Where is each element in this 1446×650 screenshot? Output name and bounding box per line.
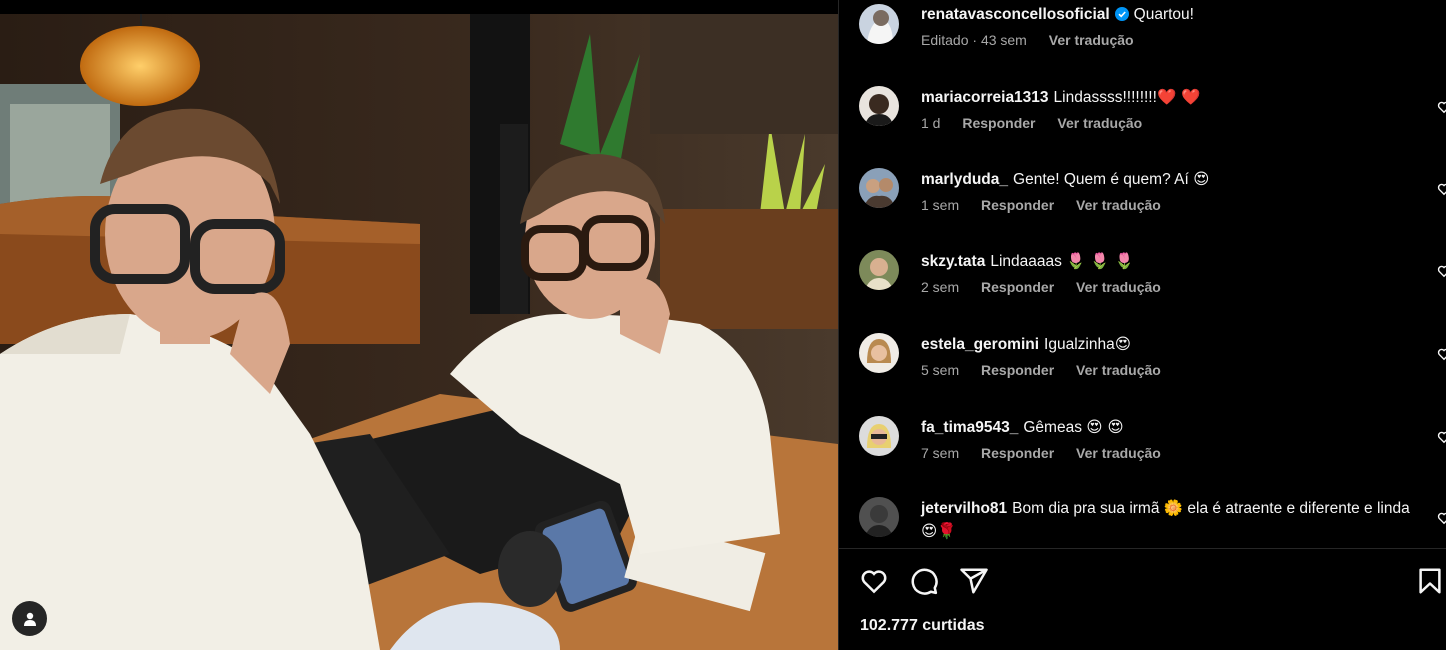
- edited-label: Editado · 43 sem: [921, 32, 1027, 48]
- comment-like-icon[interactable]: [1437, 347, 1446, 361]
- verified-icon: [1114, 7, 1129, 21]
- post-side-panel: renatavasconcellosoficial Quartou! Editad…: [838, 0, 1446, 650]
- avatar[interactable]: [859, 86, 899, 126]
- comment-icon[interactable]: [909, 566, 939, 596]
- comment-username[interactable]: fa_tima9543_: [921, 419, 1018, 436]
- reply-button[interactable]: Responder: [962, 115, 1035, 131]
- reply-button[interactable]: Responder: [981, 445, 1054, 461]
- translate-link[interactable]: Ver tradução: [1049, 32, 1134, 48]
- divider: [839, 548, 1446, 549]
- like-icon[interactable]: [859, 566, 889, 596]
- comment-text: Gêmeas: [1023, 419, 1082, 436]
- comment-like-icon[interactable]: [1437, 264, 1446, 278]
- translate-link[interactable]: Ver tradução: [1076, 445, 1161, 461]
- save-icon[interactable]: [1415, 566, 1445, 596]
- translate-link[interactable]: Ver tradução: [1076, 362, 1161, 378]
- post-actions: [839, 560, 1446, 600]
- comment-age: 5 sem: [921, 362, 960, 378]
- comment-like-icon[interactable]: [1437, 182, 1446, 196]
- comment-age: 7 sem: [921, 445, 960, 461]
- comment-text: Lindaaaas: [990, 253, 1062, 270]
- comment-age: 1 sem: [921, 197, 960, 213]
- comment-text: Igualzinha: [1044, 336, 1115, 353]
- comment-text-continued: ela é atraente e diferente e linda: [1187, 500, 1410, 517]
- reply-button[interactable]: Responder: [981, 362, 1054, 378]
- comment-text: Bom dia pra sua irmã: [1012, 500, 1160, 517]
- comment-username[interactable]: estela_geromini: [921, 336, 1039, 353]
- translate-link[interactable]: Ver tradução: [1076, 197, 1161, 213]
- comment-emoji: 🌼: [1163, 499, 1184, 517]
- post-viewer: renatavasconcellosoficial Quartou! Editad…: [0, 0, 1446, 650]
- comment-emoji: 🌷 🌷 🌷: [1066, 252, 1134, 270]
- comment-text: Lindassss!!!!!!!!: [1053, 89, 1157, 106]
- photo-image: [0, 14, 838, 650]
- comment-username[interactable]: jetervilho81: [921, 500, 1007, 517]
- comment-like-icon[interactable]: [1437, 511, 1446, 525]
- reply-button[interactable]: Responder: [981, 279, 1054, 295]
- comment-emoji: 😍: [1114, 335, 1131, 353]
- comment-like-icon[interactable]: [1437, 100, 1446, 114]
- caption-text: Quartou!: [1133, 6, 1194, 23]
- comment-age: 2 sem: [921, 279, 960, 295]
- avatar[interactable]: [859, 497, 899, 537]
- author-username[interactable]: renatavasconcellosoficial: [921, 6, 1110, 23]
- comment-emoji: 😍: [1193, 170, 1210, 188]
- avatar[interactable]: [859, 333, 899, 373]
- comment-age: 1 d: [921, 115, 941, 131]
- avatar[interactable]: [859, 416, 899, 456]
- user-tag-button[interactable]: [12, 601, 47, 636]
- share-icon[interactable]: [959, 566, 989, 596]
- translate-link[interactable]: Ver tradução: [1076, 279, 1161, 295]
- comment-like-icon[interactable]: [1437, 430, 1446, 444]
- avatar[interactable]: [859, 4, 899, 44]
- user-tag-icon: [23, 612, 36, 626]
- post-photo[interactable]: [0, 14, 838, 650]
- likes-count[interactable]: 102.777 curtidas: [860, 617, 985, 635]
- comment-emoji: 😍🌹: [921, 522, 957, 540]
- comment-text: Gente! Quem é quem? Aí: [1013, 171, 1189, 188]
- reply-button[interactable]: Responder: [981, 197, 1054, 213]
- comment-username[interactable]: marlyduda_: [921, 171, 1008, 188]
- comments-list[interactable]: renatavasconcellosoficial Quartou! Editad…: [839, 0, 1446, 548]
- comment-emoji: 😍 😍: [1086, 418, 1124, 436]
- comment-username[interactable]: mariacorreia1313: [921, 89, 1049, 106]
- translate-link[interactable]: Ver tradução: [1057, 115, 1142, 131]
- comment-emoji: ❤️ ❤️: [1156, 88, 1201, 106]
- avatar[interactable]: [859, 250, 899, 290]
- avatar[interactable]: [859, 168, 899, 208]
- comment-username[interactable]: skzy.tata: [921, 253, 985, 270]
